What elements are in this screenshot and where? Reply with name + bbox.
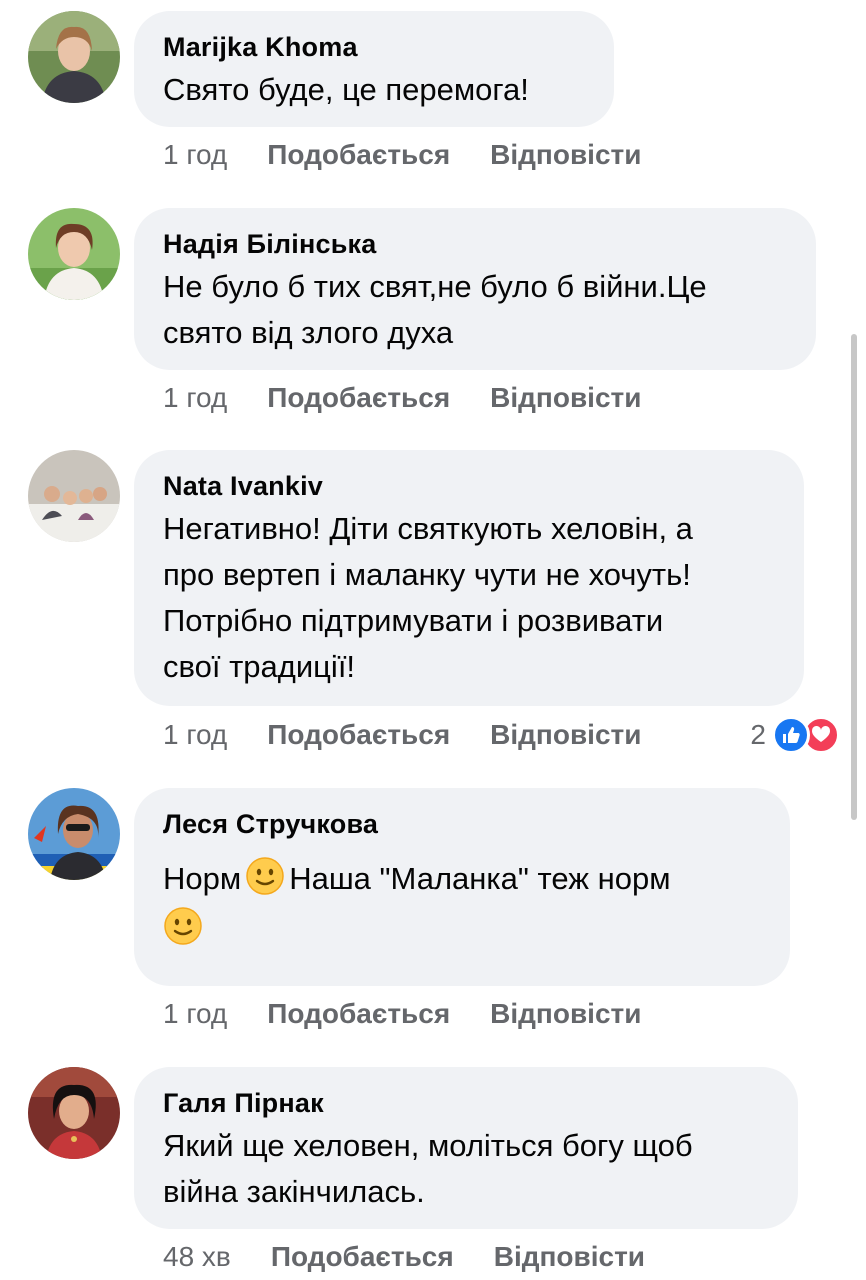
comment-author[interactable]: Надія Білінська [163,228,788,260]
comment-text: Норм Наша "Маланка" теж норм [163,854,762,954]
avatar[interactable] [28,1067,120,1159]
smiling-face-icon [245,856,285,896]
avatar[interactable] [28,11,120,103]
scrollbar[interactable] [851,334,857,820]
comment-bubble: Надія Білінська Не було б тих свят,не бу… [134,208,816,370]
reply-button[interactable]: Відповісти [490,719,641,751]
comment-actions: 1 год Подобається Відповісти [163,994,641,1034]
comment-text: Не було б тих свят,не було б війни.Це св… [163,269,707,350]
like-button[interactable]: Подобається [267,139,450,171]
like-button[interactable]: Подобається [271,1241,454,1273]
like-button[interactable]: Подобається [267,719,450,751]
reaction-count: 2 [750,719,766,750]
reply-button[interactable]: Відповісти [490,139,641,171]
comment-bubble: Marijka Khoma Свято буде, це перемога! [134,11,614,127]
comment-author[interactable]: Леся Стручкова [163,808,762,840]
reply-button[interactable]: Відповісти [494,1241,645,1273]
like-button[interactable]: Подобається [267,998,450,1030]
like-icon [772,716,810,754]
comment-author[interactable]: Галя Пірнак [163,1087,770,1119]
reply-button[interactable]: Відповісти [490,998,641,1030]
avatar[interactable] [28,450,120,542]
reply-button[interactable]: Відповісти [490,382,641,414]
comment-text: Негативно! Діти святкують хеловін, а про… [163,511,693,684]
comment-bubble: Nata Ivankiv Негативно! Діти святкують х… [134,450,804,706]
avatar[interactable] [28,208,120,300]
comment-text-part: Наша "Маланка" теж норм [289,861,671,896]
comment-actions: 1 год Подобається Відповісти [163,715,641,755]
comment-author[interactable]: Marijka Khoma [163,31,586,63]
comment-actions: 48 хв Подобається Відповісти [163,1237,645,1277]
avatar[interactable] [28,788,120,880]
comment-actions: 1 год Подобається Відповісти [163,135,641,175]
comment-bubble: Галя Пірнак Який ще хеловен, моліться бо… [134,1067,798,1229]
smiling-face-icon [163,906,203,946]
comment-time[interactable]: 1 год [163,998,227,1030]
comment-text-part: Норм [163,861,242,896]
comment-author[interactable]: Nata Ivankiv [163,470,776,502]
comment-text: Свято буде, це перемога! [163,72,529,107]
comment-actions: 1 год Подобається Відповісти [163,378,641,418]
comment-bubble: Леся Стручкова Норм Наша "Маланка" теж но… [134,788,790,986]
reactions-summary[interactable]: 2 [750,715,840,755]
comment-time[interactable]: 1 год [163,382,227,414]
comment-time[interactable]: 1 год [163,139,227,171]
like-button[interactable]: Подобається [267,382,450,414]
comment-time[interactable]: 1 год [163,719,227,751]
comment-text: Який ще хеловен, моліться богу щоб війна… [163,1128,693,1209]
comment-time[interactable]: 48 хв [163,1241,231,1273]
